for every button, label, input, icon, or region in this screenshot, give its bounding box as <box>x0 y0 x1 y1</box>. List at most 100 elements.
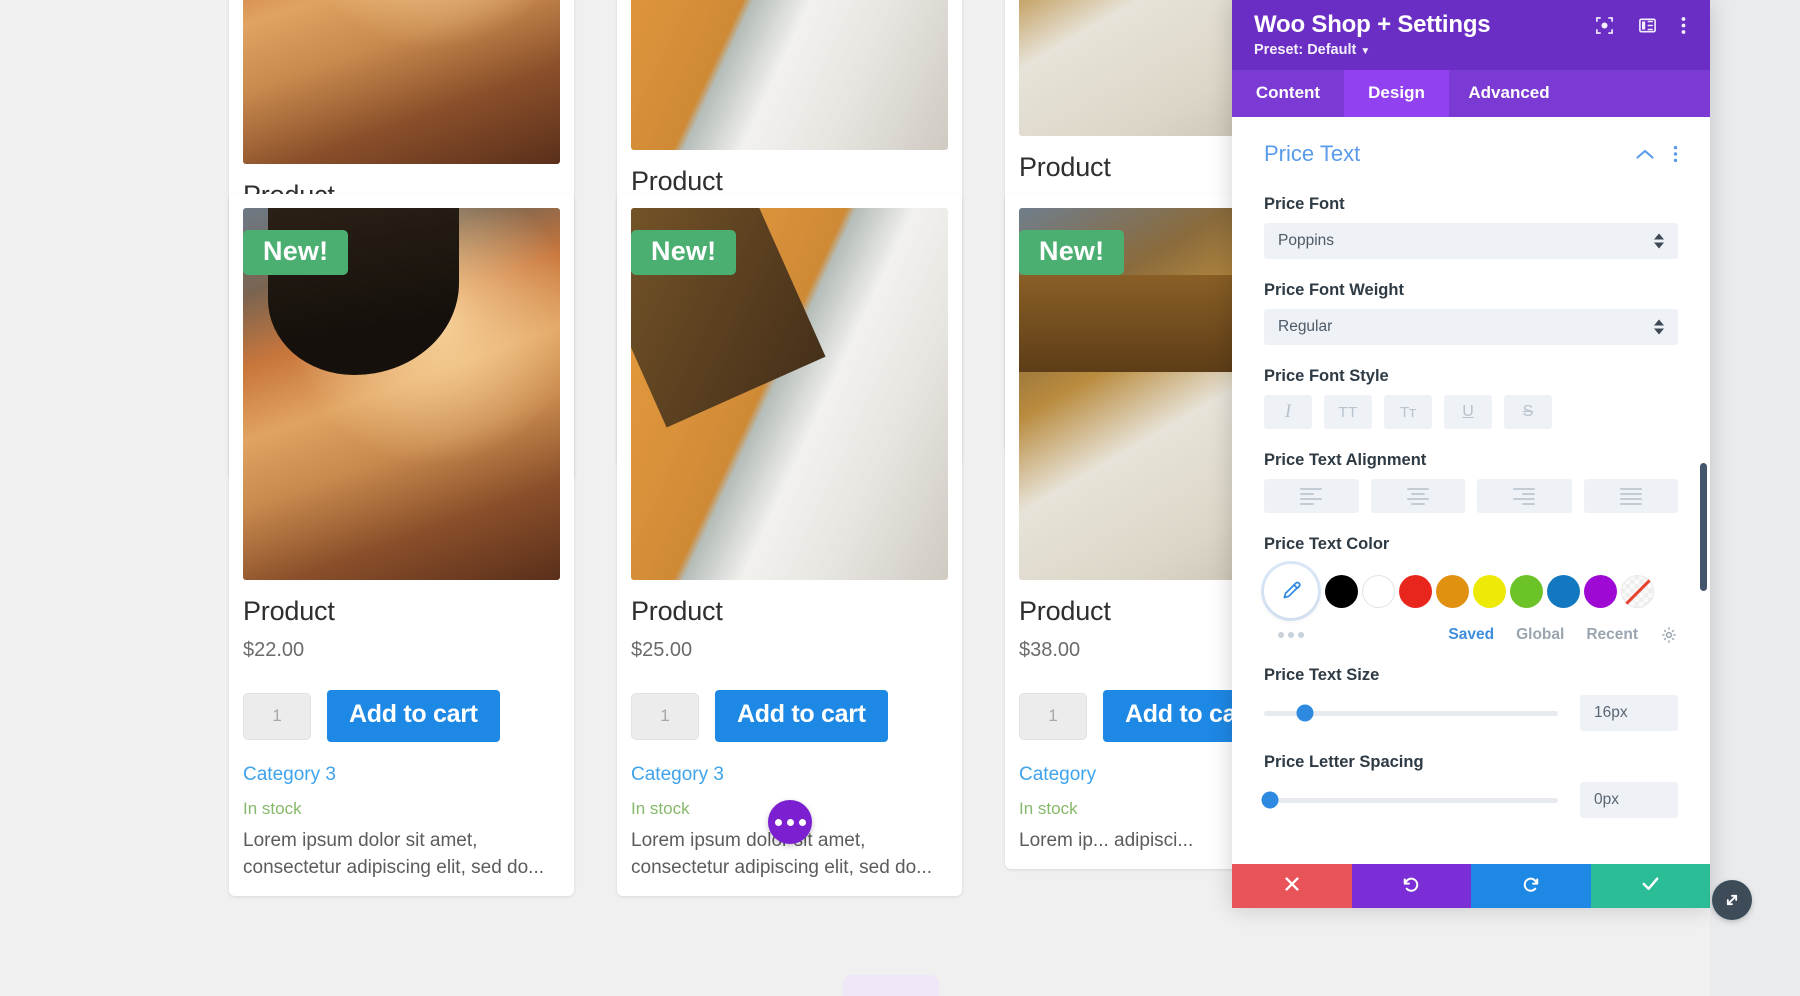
product-price: $22.00 <box>243 639 305 661</box>
product-category-link[interactable]: Category 3 <box>631 764 948 786</box>
discard-button[interactable] <box>1232 864 1352 908</box>
undo-button[interactable] <box>1351 864 1471 908</box>
price-font-weight-value: Regular <box>1278 318 1333 335</box>
swatch-blue[interactable] <box>1547 574 1580 608</box>
align-center-icon[interactable] <box>1370 479 1465 513</box>
save-button[interactable] <box>1590 864 1710 908</box>
field-label: Price Font Style <box>1264 367 1389 385</box>
gear-icon[interactable] <box>1660 626 1678 644</box>
align-right-icon[interactable] <box>1477 479 1572 513</box>
focus-target-icon[interactable] <box>1595 16 1614 35</box>
eyedropper-icon[interactable] <box>1264 564 1318 618</box>
swatch-white[interactable] <box>1362 574 1395 608</box>
price-font-value: Poppins <box>1278 232 1335 249</box>
field-label: Price Text Alignment <box>1264 451 1427 469</box>
product-card: New! Product $25.00 1 Add to cart Catego… <box>617 194 962 896</box>
price-font-select[interactable]: Poppins <box>1264 223 1678 259</box>
page-right-gutter <box>1710 0 1800 996</box>
align-justify-icon[interactable] <box>1583 479 1678 513</box>
add-to-cart-button[interactable]: Add to cart <box>715 690 888 742</box>
product-card: New! Product $22.00 1 Add to cart Catego… <box>229 194 574 896</box>
module-settings-panel: Woo Shop + Settings Preset: Default ▼ Co… <box>1232 0 1710 908</box>
field-label: Price Font Weight <box>1264 281 1404 299</box>
preset-label: Preset: Default <box>1254 42 1357 58</box>
undo-icon <box>1401 874 1421 899</box>
price-text-size-input[interactable]: 16px <box>1580 695 1678 731</box>
underline-glyph: U <box>1462 403 1474 420</box>
preset-selector[interactable]: Preset: Default ▼ <box>1254 42 1690 58</box>
tab-design[interactable]: Design <box>1344 70 1449 117</box>
product-title: Product <box>631 596 723 626</box>
slider-knob[interactable] <box>1261 791 1279 809</box>
price-font-weight-select[interactable]: Regular <box>1264 309 1678 345</box>
quantity-input[interactable]: 1 <box>631 692 699 740</box>
small-caps-glyph: Tᴛ <box>1399 403 1417 421</box>
color-tab-saved[interactable]: Saved <box>1448 626 1494 644</box>
swatch-yellow[interactable] <box>1473 574 1506 608</box>
swatch-orange[interactable] <box>1436 574 1469 608</box>
color-tab-global[interactable]: Global <box>1516 626 1564 644</box>
add-module-fab[interactable] <box>768 800 812 844</box>
panel-footer <box>1232 864 1710 908</box>
bottom-toolbar-peek <box>843 975 939 996</box>
section-title: Price Text <box>1264 141 1361 166</box>
swatch-black[interactable] <box>1325 574 1358 608</box>
color-swatch-row <box>1264 564 1678 618</box>
quantity-input[interactable]: 1 <box>243 692 311 740</box>
panel-scrollbar[interactable] <box>1700 463 1707 591</box>
panel-title: Woo Shop + Settings <box>1254 11 1491 38</box>
price-letter-spacing-input[interactable]: 0px <box>1580 782 1678 818</box>
italic-icon[interactable]: I <box>1264 395 1312 429</box>
product-category-link[interactable]: Category 3 <box>243 764 560 786</box>
ellipsis-icon[interactable] <box>1264 632 1448 638</box>
align-left-icon[interactable] <box>1264 479 1359 513</box>
uppercase-glyph: TT <box>1338 403 1358 421</box>
small-caps-icon[interactable]: Tᴛ <box>1384 395 1432 429</box>
cart-row: 1 Add to cart <box>631 690 948 742</box>
chevron-up-icon[interactable] <box>1635 148 1655 161</box>
resize-diagonal-icon[interactable] <box>1712 880 1752 920</box>
product-title: Product <box>243 596 335 626</box>
product-stock-status: In stock <box>243 799 302 818</box>
section-header-price-text[interactable]: Price Text <box>1264 117 1678 173</box>
panel-body: Price Text Price Font Poppins Price Font… <box>1232 117 1710 864</box>
tab-content[interactable]: Content <box>1232 70 1344 117</box>
new-badge: New! <box>631 230 737 275</box>
kebab-menu-icon[interactable] <box>1681 16 1686 35</box>
price-text-size-slider[interactable] <box>1264 704 1558 722</box>
kebab-menu-icon[interactable] <box>1673 145 1678 163</box>
price-letter-spacing-slider[interactable] <box>1261 791 1558 809</box>
stepper-arrows-icon <box>1654 319 1664 335</box>
ellipsis-icon <box>774 818 782 826</box>
field-label: Price Letter Spacing <box>1264 753 1424 771</box>
new-badge: New! <box>1019 230 1125 275</box>
tab-advanced[interactable]: Advanced <box>1449 70 1569 117</box>
redo-icon <box>1521 874 1541 899</box>
panel-layout-icon[interactable] <box>1638 16 1657 35</box>
field-label: Price Text Size <box>1264 666 1380 684</box>
field-price-font: Price Font Poppins <box>1264 195 1678 259</box>
field-price-text-alignment: Price Text Alignment <box>1264 451 1678 513</box>
cart-row: 1 Add to cart <box>243 690 560 742</box>
color-tab-recent[interactable]: Recent <box>1586 626 1638 644</box>
panel-tabs: Content Design Advanced <box>1232 70 1710 117</box>
chevron-down-icon: ▼ <box>1360 46 1371 57</box>
swatch-transparent[interactable] <box>1621 574 1654 608</box>
stepper-arrows-icon <box>1654 233 1664 249</box>
panel-header: Woo Shop + Settings Preset: Default ▼ <box>1232 0 1710 70</box>
product-excerpt: Lorem ipsum dolor sit amet, consectetur … <box>243 830 545 878</box>
quantity-input[interactable]: 1 <box>1019 692 1087 740</box>
uppercase-icon[interactable]: TT <box>1324 395 1372 429</box>
add-to-cart-button[interactable]: Add to cart <box>327 690 500 742</box>
product-image: New! <box>631 208 948 580</box>
swatch-purple[interactable] <box>1584 574 1617 608</box>
slider-knob[interactable] <box>1296 704 1314 722</box>
new-badge: New! <box>243 230 349 275</box>
ellipsis-icon <box>786 818 794 826</box>
underline-icon[interactable]: U <box>1444 395 1492 429</box>
swatch-green[interactable] <box>1510 574 1543 608</box>
field-price-font-weight: Price Font Weight Regular <box>1264 281 1678 345</box>
strikethrough-icon[interactable]: S <box>1504 395 1552 429</box>
redo-button[interactable] <box>1471 864 1591 908</box>
swatch-red[interactable] <box>1399 574 1432 608</box>
